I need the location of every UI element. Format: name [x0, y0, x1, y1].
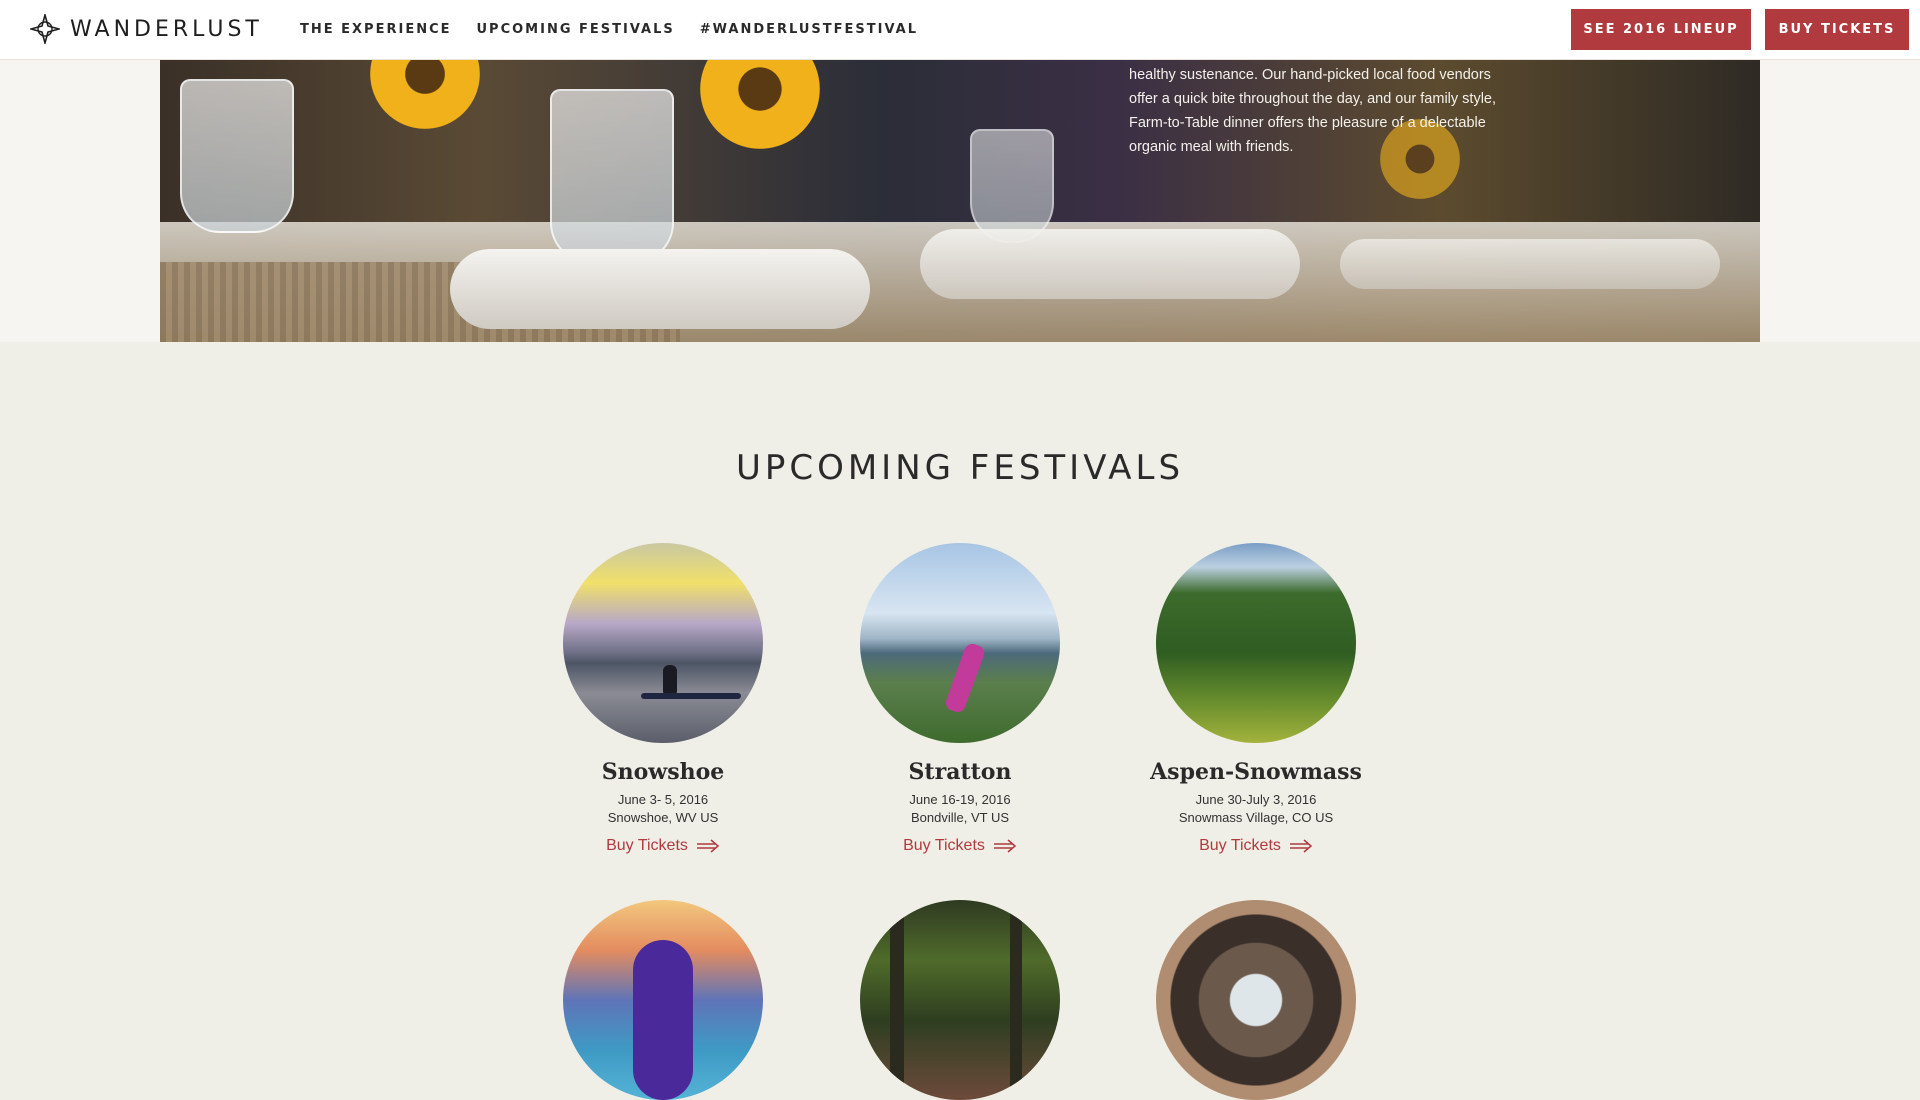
hero-text-line: offer a quick bite throughout the day, a… — [1129, 91, 1497, 107]
main-nav: THE EXPERIENCE UPCOMING FESTIVALS #WANDE… — [300, 0, 943, 59]
hero-flower — [370, 59, 480, 129]
hero-napkin — [1340, 239, 1720, 289]
yoga-figure — [633, 940, 693, 1100]
nav-upcoming-festivals[interactable]: UPCOMING FESTIVALS — [477, 22, 675, 37]
brand-name: WANDERLUST — [70, 16, 263, 42]
nav-hashtag[interactable]: #WANDERLUSTFESTIVAL — [700, 22, 918, 37]
festival-name: Stratton — [908, 759, 1012, 785]
hero-text-line: Farm-to-Table dinner offers the pleasure… — [1129, 115, 1486, 131]
festival-location: Bondville, VT US — [910, 810, 1010, 825]
logo[interactable]: WANDERLUST — [30, 14, 263, 44]
arrow-right-icon — [696, 839, 720, 853]
hero-napkin — [920, 229, 1300, 299]
upcoming-festivals-heading: UPCOMING FESTIVALS — [735, 448, 1185, 488]
yoga-figure — [943, 641, 987, 715]
festival-name: Aspen-Snowmass — [1150, 759, 1362, 785]
festival-location: Snowshoe, WV US — [607, 810, 719, 825]
festival-card-snowshoe: Snowshoe June 3- 5, 2016 Snowshoe, WV US… — [513, 543, 813, 855]
buy-tickets-label: Buy Tickets — [606, 837, 688, 854]
hero-flower — [700, 59, 820, 149]
hero-glass — [550, 89, 674, 263]
wanderlust-compass-icon — [30, 14, 60, 44]
festival-image-stratton[interactable] — [860, 543, 1060, 743]
festival-date: June 3- 5, 2016 — [617, 792, 709, 807]
arrow-right-icon — [993, 839, 1017, 853]
see-lineup-button[interactable]: SEE 2016 LINEUP — [1571, 9, 1751, 50]
festival-card-row2-3 — [1106, 900, 1406, 1100]
buy-tickets-button[interactable]: BUY TICKETS — [1765, 9, 1909, 50]
site-header: WANDERLUST THE EXPERIENCE UPCOMING FESTI… — [0, 0, 1920, 60]
festival-image[interactable] — [1156, 900, 1356, 1100]
hero-text-line: healthy sustenance. Our hand-picked loca… — [1129, 67, 1491, 83]
festival-card-aspen-snowmass: Aspen-Snowmass June 30-July 3, 2016 Snow… — [1106, 543, 1406, 855]
buy-tickets-label: Buy Tickets — [903, 837, 985, 854]
festival-image-snowshoe[interactable] — [563, 543, 763, 743]
festival-date: June 16-19, 2016 — [909, 792, 1011, 807]
buy-tickets-link[interactable]: Buy Tickets — [903, 837, 1017, 855]
buy-tickets-link[interactable]: Buy Tickets — [1199, 837, 1313, 855]
hero-description: healthy sustenance. Our hand-picked loca… — [1129, 63, 1519, 159]
buy-tickets-label: Buy Tickets — [1199, 837, 1281, 854]
tree-trunk — [1010, 900, 1022, 1100]
festival-image[interactable] — [860, 900, 1060, 1100]
hero-napkin — [450, 249, 870, 329]
hero-glass — [180, 79, 294, 233]
arrow-right-icon — [1289, 839, 1313, 853]
festival-card-row2-1 — [513, 900, 813, 1100]
hero-image: healthy sustenance. Our hand-picked loca… — [160, 59, 1760, 342]
festival-date: June 30-July 3, 2016 — [1195, 792, 1317, 807]
festival-card-stratton: Stratton June 16-19, 2016 Bondville, VT … — [810, 543, 1110, 855]
festival-image-aspen-snowmass[interactable] — [1156, 543, 1356, 743]
hero-glass — [970, 129, 1054, 243]
nav-the-experience[interactable]: THE EXPERIENCE — [300, 22, 452, 37]
tree-trunk — [890, 900, 904, 1100]
buy-tickets-link[interactable]: Buy Tickets — [606, 837, 720, 855]
festival-image[interactable] — [563, 900, 763, 1100]
festival-card-row2-2 — [810, 900, 1110, 1100]
hero-text-line: organic meal with friends. — [1129, 139, 1294, 155]
paddleboard — [641, 693, 741, 699]
festival-location: Snowmass Village, CO US — [1178, 810, 1334, 825]
festival-name: Snowshoe — [601, 759, 725, 785]
